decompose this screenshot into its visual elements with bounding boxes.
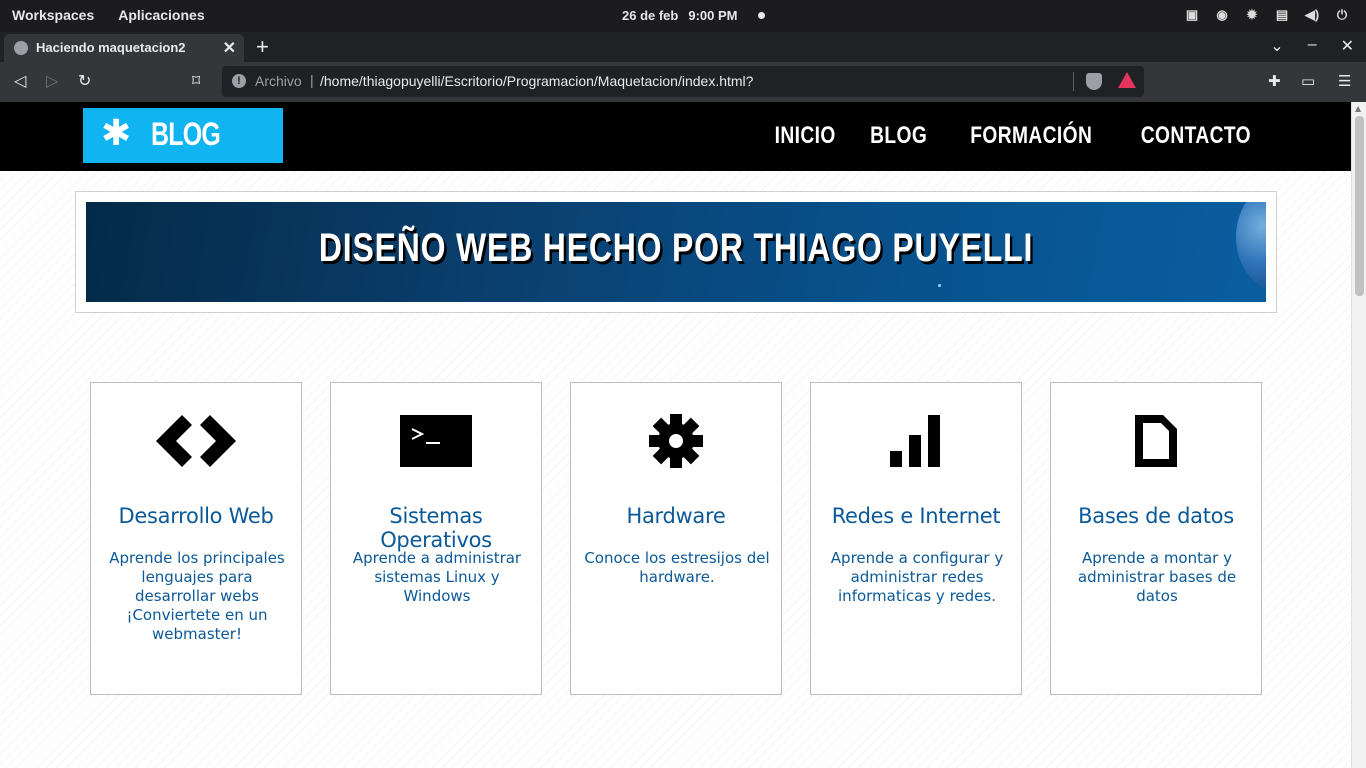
card-title: Bases de datos — [1078, 504, 1234, 528]
address-bar[interactable]: ! Archivo | /home/thiagopuyelli/Escritor… — [222, 66, 1144, 97]
card-title: Desarrollo Web — [118, 504, 274, 528]
date-label: 26 de feb — [622, 8, 679, 23]
card-bases-datos: Bases de datos Aprende a montar y admini… — [1050, 382, 1262, 695]
card-sistemas-operativos: Sistemas Operativos Aprende a administra… — [330, 382, 542, 695]
power-icon[interactable]: ⏻ — [1334, 7, 1350, 23]
banner-frame: DISEÑO WEB HECHO POR THIAGO PUYELLI — [75, 191, 1277, 313]
card-text: Aprende los principales lenguajes para d… — [109, 549, 285, 643]
brightness-icon[interactable]: ✹ — [1244, 7, 1260, 23]
browser-toolbar: ◁ ▷ ↻ ⌑ ! Archivo | /home/thiagopuyelli/… — [0, 62, 1366, 102]
scrollbar-thumb[interactable] — [1355, 116, 1364, 296]
card-title: Hardware — [626, 504, 726, 528]
nav-item-formacion[interactable]: FORMACIÓN — [970, 122, 1092, 150]
terminal-icon — [331, 413, 541, 473]
star-decoration — [938, 284, 941, 287]
signal-bars-icon — [811, 413, 1021, 473]
time-label: 9:00 PM — [688, 8, 738, 23]
gear-icon — [571, 413, 781, 473]
menu-icon[interactable]: ☰ — [1338, 72, 1351, 90]
tab-strip: Haciendo maquetacion2 ✕ + ⌄ – ✕ — [0, 32, 1366, 62]
forward-icon[interactable]: ▷ — [46, 71, 58, 90]
bookmark-icon[interactable]: ⌑ — [192, 71, 200, 90]
page-scrollbar[interactable]: ▲ — [1351, 102, 1366, 768]
os-top-bar: Workspaces Aplicaciones 26 de feb 9:00 P… — [0, 0, 1366, 32]
card-text: Aprende a configurar y administrar redes… — [830, 549, 1004, 605]
close-window-icon[interactable]: ✕ — [1341, 36, 1354, 56]
back-icon[interactable]: ◁ — [14, 71, 26, 90]
nav-item-contacto[interactable]: CONTACTO — [1141, 122, 1251, 150]
card-text: Conoce los estresijos del hardware. — [584, 549, 770, 586]
code-icon — [91, 413, 301, 473]
close-tab-icon[interactable]: ✕ — [223, 38, 236, 58]
clock[interactable]: 26 de feb 9:00 PM — [622, 8, 765, 23]
minimize-icon[interactable]: – — [1308, 36, 1317, 56]
tab-search-icon[interactable]: ⌄ — [1270, 36, 1283, 56]
gear-icon: ✱ — [101, 113, 132, 154]
site-logo[interactable]: ✱ BLOG — [83, 108, 283, 163]
banner-title: DISEÑO WEB HECHO POR THIAGO PUYELLI — [318, 226, 1034, 270]
card-title: Sistemas Operativos — [380, 504, 492, 552]
card-hardware: Hardware Conoce los estresijos del hardw… — [570, 382, 782, 695]
site-header: ✱ BLOG INICIO BLOG FORMACIÓN CONTACTO — [0, 102, 1351, 171]
discord-icon[interactable]: ◉ — [1214, 7, 1230, 23]
notification-dot-icon — [757, 12, 765, 19]
scroll-up-icon[interactable]: ▲ — [1355, 104, 1361, 113]
card-title: Redes e Internet — [831, 504, 1001, 528]
workspaces-menu[interactable]: Workspaces — [12, 7, 94, 23]
tab-title: Haciendo maquetacion2 — [36, 40, 186, 55]
page-viewport: ✱ BLOG INICIO BLOG FORMACIÓN CONTACTO DI… — [0, 102, 1366, 768]
address-divider — [1073, 72, 1074, 91]
url-text[interactable]: /home/thiagopuyelli/Escritorio/Programac… — [320, 73, 753, 89]
main-nav: INICIO BLOG FORMACIÓN CONTACTO — [775, 122, 1255, 150]
url-scheme-label: Archivo — [255, 73, 302, 89]
card-desarrollo-web: Desarrollo Web Aprende los principales l… — [90, 382, 302, 695]
reload-icon[interactable]: ↻ — [78, 71, 91, 90]
brave-rewards-icon[interactable] — [1118, 72, 1136, 88]
nav-item-inicio[interactable]: INICIO — [775, 122, 836, 150]
planet-decoration — [1236, 202, 1266, 292]
screen-share-icon[interactable]: ▣ — [1184, 7, 1200, 23]
wallet-icon[interactable]: ▭ — [1301, 72, 1315, 90]
banner: DISEÑO WEB HECHO POR THIAGO PUYELLI — [86, 202, 1266, 302]
card-text: Aprende a montar y administrar bases de … — [1077, 549, 1237, 605]
url-separator: | — [310, 72, 314, 88]
brave-shields-icon[interactable] — [1086, 73, 1102, 90]
card-text: Aprende a administrar sistemas Linux y W… — [352, 549, 522, 605]
new-tab-button[interactable]: + — [256, 34, 269, 60]
volume-icon[interactable]: ◀) — [1304, 7, 1320, 23]
document-icon — [1051, 413, 1261, 473]
nav-item-blog[interactable]: BLOG — [871, 122, 928, 150]
globe-icon — [14, 41, 28, 55]
keyboard-icon[interactable]: ▤ — [1274, 7, 1290, 23]
card-redes-internet: Redes e Internet Aprende a configurar y … — [810, 382, 1022, 695]
applications-menu[interactable]: Aplicaciones — [118, 7, 204, 23]
logo-text: BLOG — [151, 116, 221, 152]
browser-tab[interactable]: Haciendo maquetacion2 ✕ — [4, 34, 244, 62]
info-icon[interactable]: ! — [232, 74, 246, 88]
extensions-icon[interactable]: ✚ — [1268, 72, 1281, 90]
